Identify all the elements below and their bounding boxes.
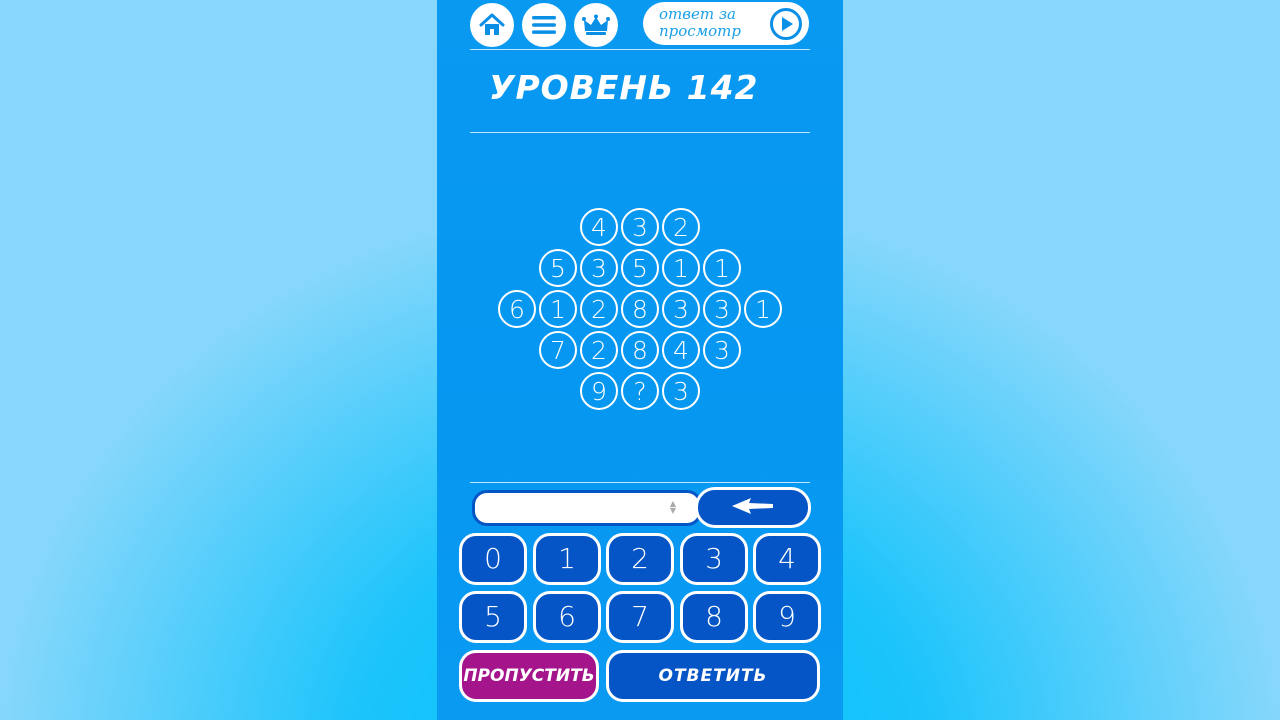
- digit-key-0[interactable]: 0: [459, 533, 527, 585]
- puzzle-cell: 3: [703, 331, 741, 369]
- puzzle-cell: 2: [662, 208, 700, 246]
- puzzle-cell: ?: [621, 372, 659, 410]
- puzzle-cell: 9: [580, 372, 618, 410]
- puzzle-cell: 4: [580, 208, 618, 246]
- input-divider: [470, 482, 810, 483]
- puzzle-cell: 6: [498, 290, 536, 328]
- puzzle-cell: 7: [539, 331, 577, 369]
- digit-key-6[interactable]: 6: [533, 591, 601, 643]
- puzzle-cell: 3: [621, 208, 659, 246]
- puzzle-cell: 8: [621, 290, 659, 328]
- puzzle-cell: 5: [621, 249, 659, 287]
- digit-key-8[interactable]: 8: [680, 591, 748, 643]
- number-puzzle: 4 3 2 5 3 5 1 1 6 1 2 8 3 3 1 7 2 8 4 3 9? 3: [437, 0, 843, 420]
- puzzle-cell: 8: [621, 331, 659, 369]
- backspace-button[interactable]: [695, 487, 811, 528]
- answer-input[interactable]: [472, 490, 702, 526]
- puzzle-cell: 2: [580, 331, 618, 369]
- puzzle-cell: 1: [539, 290, 577, 328]
- puzzle-cell: 3: [662, 372, 700, 410]
- puzzle-cell: 3: [662, 290, 700, 328]
- digit-key-1[interactable]: 1: [533, 533, 601, 585]
- spinner-arrows-icon[interactable]: ▲ ▼: [669, 500, 677, 515]
- game-screen: ответ за просмотр УРОВЕНЬ 142 4325351161…: [437, 0, 843, 720]
- digit-key-7[interactable]: 7: [606, 591, 674, 643]
- puzzle-cell: 1: [744, 290, 782, 328]
- digit-key-9[interactable]: 9: [753, 591, 821, 643]
- digit-key-2[interactable]: 2: [606, 533, 674, 585]
- back-arrow-icon: [729, 496, 777, 520]
- puzzle-cell: 5: [539, 249, 577, 287]
- puzzle-cell: 1: [662, 249, 700, 287]
- digit-key-3[interactable]: 3: [680, 533, 748, 585]
- puzzle-cell: 3: [580, 249, 618, 287]
- puzzle-cell: 1: [703, 249, 741, 287]
- puzzle-cell: 2: [580, 290, 618, 328]
- digit-key-5[interactable]: 5: [459, 591, 527, 643]
- submit-answer-button[interactable]: ОТВЕТИТЬ: [606, 650, 820, 702]
- puzzle-cell: 4: [662, 331, 700, 369]
- digit-key-4[interactable]: 4: [753, 533, 821, 585]
- skip-button[interactable]: ПРОПУСТИТЬ: [459, 650, 599, 702]
- puzzle-cell: 3: [703, 290, 741, 328]
